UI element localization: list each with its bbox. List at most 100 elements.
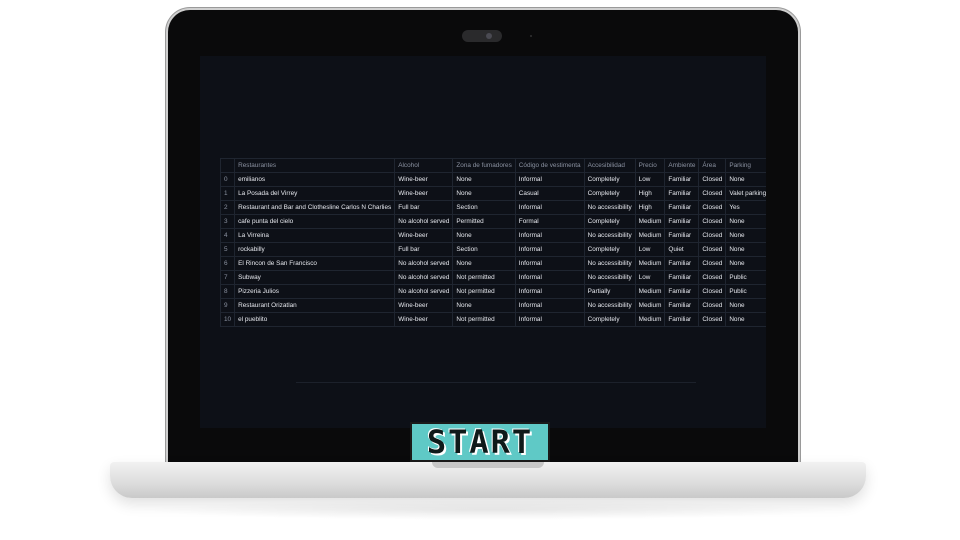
row-index-cell: 3 — [219, 214, 236, 229]
table-cell: High — [634, 200, 666, 215]
table-cell: No alcohol served — [394, 256, 454, 271]
table-cell: No accessibility — [583, 256, 636, 271]
row-index-cell: 7 — [219, 270, 236, 285]
table-cell: No accessibility — [583, 298, 636, 313]
table-cell: Wine-beer — [394, 298, 454, 313]
table-cell: cafe punta del cielo — [234, 214, 396, 229]
table-cell: Informal — [514, 242, 585, 257]
table-cell: Low — [634, 270, 666, 285]
table-row: 5 rockabilly Full bar Section Informal Comple… — [219, 242, 766, 257]
table-cell: Medium — [634, 228, 666, 243]
row-index-cell: 5 — [219, 242, 236, 257]
table-cell: Low — [634, 172, 666, 187]
column-header: Alcohol — [394, 158, 454, 173]
laptop-base — [110, 462, 866, 498]
table-cell: None — [452, 228, 516, 243]
table-cell: Informal — [514, 200, 585, 215]
row-index-cell: 1 — [219, 186, 236, 201]
laptop-lid: Restaurantes Alcohol Zona de fumadores Códi… — [168, 10, 798, 468]
table-cell: Completely — [583, 242, 636, 257]
table-cell: Informal — [514, 284, 585, 299]
table-cell: Informal — [514, 228, 585, 243]
table-cell: Yes — [725, 200, 766, 215]
column-header: Restaurantes — [234, 158, 396, 173]
table-cell: La Virreina — [234, 228, 396, 243]
table-cell: No accessibility — [583, 228, 636, 243]
table-cell: Wine-beer — [394, 186, 454, 201]
base-shadow — [140, 500, 840, 520]
base-notch — [432, 462, 544, 468]
table-cell: Closed — [698, 242, 727, 257]
table-cell: Formal — [514, 214, 585, 229]
table-row: 7 Subway No alcohol served Not permitted Inf… — [219, 270, 766, 285]
table-cell: Full bar — [394, 200, 454, 215]
table-cell: Informal — [514, 270, 585, 285]
column-header: Código de vestimenta — [514, 158, 585, 173]
row-index-cell: 10 — [219, 312, 236, 327]
table-cell: Familiar — [664, 200, 700, 215]
table-cell: Completely — [583, 186, 636, 201]
table-cell: Familiar — [664, 284, 700, 299]
column-header: Accesibilidad — [583, 158, 636, 173]
table-cell: Familiar — [664, 256, 700, 271]
start-button[interactable]: START — [410, 422, 550, 462]
table-cell: Completely — [583, 172, 636, 187]
table-cell: Closed — [698, 256, 727, 271]
column-header: Precio — [634, 158, 666, 173]
table-cell: Permitted — [452, 214, 516, 229]
row-index-cell: 2 — [219, 200, 236, 215]
table-cell: None — [725, 214, 766, 229]
table-cell: Closed — [698, 186, 727, 201]
camera-indicator-dot — [530, 35, 532, 37]
table-cell: Medium — [634, 284, 666, 299]
table-cell: No alcohol served — [394, 284, 454, 299]
table-cell: Quiet — [664, 242, 700, 257]
table-cell: Restaurant and Bar and Clothesline Carlo… — [234, 200, 396, 215]
table-cell: Public — [725, 284, 766, 299]
table-cell: Familiar — [664, 312, 700, 327]
row-index-cell: 8 — [219, 284, 236, 299]
table-row: 3 cafe punta del cielo No alcohol served Pe… — [219, 214, 766, 229]
column-header: Zona de fumadores — [452, 158, 516, 173]
table-cell: Not permitted — [452, 312, 516, 327]
restaurants-table: Restaurantes Alcohol Zona de fumadores Códi… — [219, 158, 766, 327]
table-cell: el pueblito — [234, 312, 396, 327]
column-header: Área — [698, 158, 727, 173]
table-row: 10 el pueblito Wine-beer Not permitted Infor… — [219, 312, 766, 327]
row-index-cell: 0 — [219, 172, 236, 187]
table-cell: Informal — [514, 256, 585, 271]
table-cell: None — [452, 186, 516, 201]
row-index-cell: 6 — [219, 256, 236, 271]
table-cell: Familiar — [664, 298, 700, 313]
table-cell: Subway — [234, 270, 396, 285]
table-row: 6 El Rincon de San Francisco No alcohol se… — [219, 256, 766, 271]
table-cell: Completely — [583, 312, 636, 327]
table-cell: Casual — [514, 186, 585, 201]
table-header-row: Restaurantes Alcohol Zona de fumadores Códi… — [219, 158, 766, 173]
table-cell: Familiar — [664, 214, 700, 229]
table-cell: Closed — [698, 200, 727, 215]
table-cell: None — [452, 298, 516, 313]
table-cell: No alcohol served — [394, 214, 454, 229]
table-cell: Section — [452, 242, 516, 257]
table-cell: Not permitted — [452, 284, 516, 299]
table-cell: Wine-beer — [394, 172, 454, 187]
table-cell: Familiar — [664, 186, 700, 201]
column-header: Ambiente — [664, 158, 700, 173]
table-cell: Pizzeria Julios — [234, 284, 396, 299]
table-cell: Informal — [514, 312, 585, 327]
table-cell: rockabilly — [234, 242, 396, 257]
webcam-lens-icon — [486, 33, 492, 39]
table-cell: Informal — [514, 172, 585, 187]
table-row: 8 Pizzeria Julios No alcohol served Not per… — [219, 284, 766, 299]
table-cell: None — [725, 312, 766, 327]
table-cell: Familiar — [664, 270, 700, 285]
table-cell: Wine-beer — [394, 312, 454, 327]
row-index-cell: 9 — [219, 298, 236, 313]
index-column-header — [219, 158, 236, 173]
row-index-cell: 4 — [219, 228, 236, 243]
table-cell: No accessibility — [583, 270, 636, 285]
table-cell: Closed — [698, 284, 727, 299]
webcam-housing — [462, 30, 502, 42]
table-cell: Medium — [634, 298, 666, 313]
